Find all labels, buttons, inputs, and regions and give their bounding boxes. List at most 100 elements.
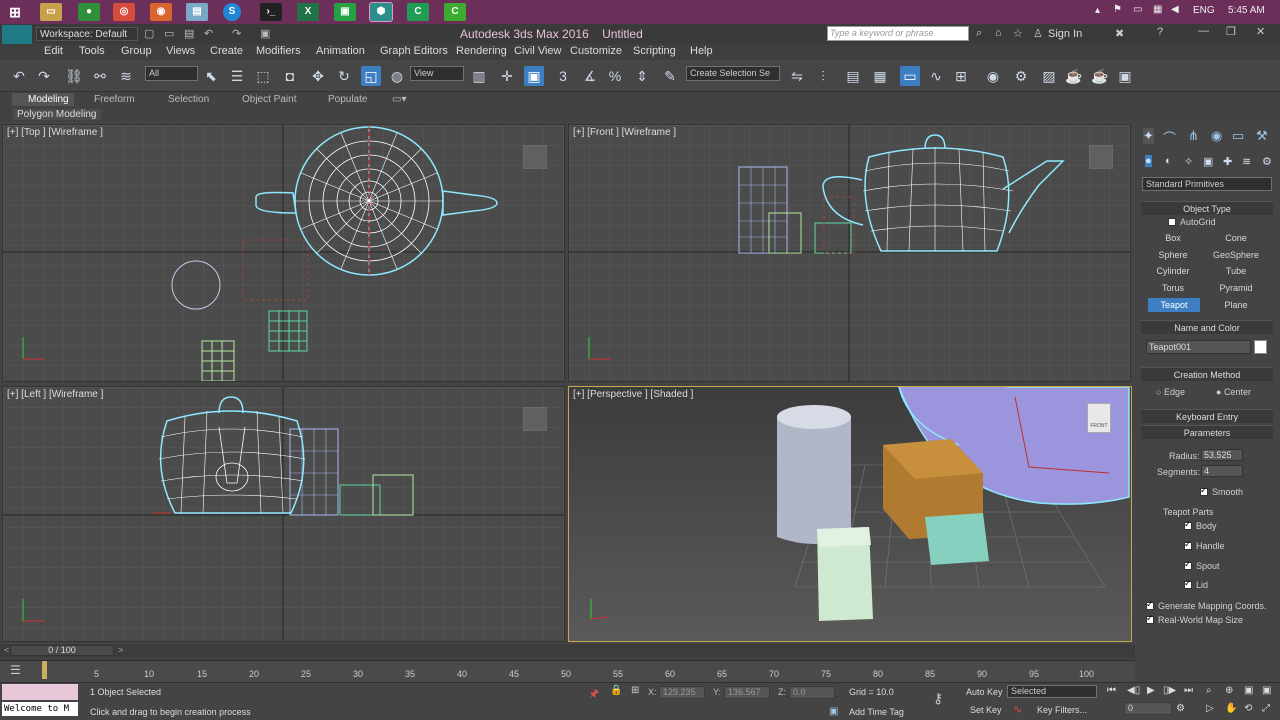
viewcube-top[interactable] [523, 145, 547, 169]
autogrid-checkbox[interactable]: AutoGrid [1168, 217, 1216, 227]
reference-coordinate-dropdown[interactable]: View [410, 66, 464, 81]
maxscript-listener-pink[interactable] [2, 684, 78, 700]
pyramid-button[interactable]: Pyramid [1207, 281, 1265, 295]
camtasia-icon[interactable]: C [407, 3, 429, 21]
modify-panel-icon[interactable]: ⌒ [1163, 128, 1176, 147]
undo-icon[interactable]: ↶ [9, 66, 29, 86]
plane-button[interactable]: Plane [1207, 298, 1265, 312]
redo-icon[interactable]: ↷ [232, 27, 241, 40]
orbit-icon[interactable]: ⟲ [1244, 703, 1252, 714]
bind-space-warp-icon[interactable]: ≋ [116, 66, 136, 86]
minimize-icon[interactable]: — [1198, 25, 1209, 37]
search-icon[interactable]: ⌕ [976, 27, 982, 40]
body-checkbox[interactable]: Body [1184, 519, 1217, 531]
camtasia-recorder-icon[interactable]: C [444, 3, 466, 21]
real-world-map-size-checkbox[interactable]: Real-World Map Size [1146, 613, 1243, 625]
curve-editor-icon[interactable]: ∿ [926, 66, 946, 86]
keyboard-shortcut-override-icon[interactable]: ▣ [524, 66, 544, 86]
box-button[interactable]: Box [1144, 231, 1202, 245]
tab-freeform[interactable]: Freeform [94, 94, 135, 105]
display-panel-icon[interactable]: ▭ [1232, 128, 1244, 144]
workspace-dropdown[interactable]: Workspace: Default [36, 27, 138, 41]
time-slider-prev-icon[interactable]: < [4, 645, 9, 655]
remote-icon[interactable]: ▤ [186, 3, 208, 21]
firefox-icon[interactable]: ◉ [150, 3, 172, 21]
windows-start-icon[interactable]: ⊞ [4, 3, 26, 21]
new-file-icon[interactable]: ▢ [144, 27, 154, 40]
absolute-mode-icon[interactable]: ⊞ [631, 685, 639, 696]
viewcube-perspective[interactable]: FRONT [1087, 403, 1111, 433]
z-coordinate-field[interactable]: 0.0 [789, 686, 835, 699]
tray-network-icon[interactable]: ▦ [1153, 4, 1162, 15]
selection-filter-dropdown[interactable]: All [145, 66, 198, 81]
named-selection-dropdown[interactable]: Create Selection Se [686, 66, 780, 81]
redo-icon[interactable]: ↷ [34, 66, 54, 86]
cylinder-button[interactable]: Cylinder [1144, 264, 1202, 278]
3dsmax-taskbar-icon[interactable]: ⬢ [369, 2, 393, 22]
utilities-panel-icon[interactable]: ⚒ [1256, 128, 1268, 144]
exchange-icon[interactable]: ✖ [1115, 27, 1124, 40]
help-icon[interactable]: ? [1157, 26, 1163, 38]
go-to-end-icon[interactable]: ⏭ [1184, 685, 1193, 696]
object-color-swatch[interactable] [1254, 340, 1267, 354]
menu-civil-view[interactable]: Civil View [514, 45, 561, 57]
viewcube-left[interactable] [523, 407, 547, 431]
skype-icon[interactable]: S [223, 3, 241, 21]
time-slider[interactable] [0, 644, 1135, 658]
go-to-start-icon[interactable]: ⏮ [1107, 685, 1116, 696]
viewport-front[interactable]: [+] [Front ] [Wireframe ] [568, 124, 1131, 382]
handle-checkbox[interactable]: Handle [1184, 539, 1225, 551]
systems-icon[interactable]: ⚙ [1262, 155, 1272, 168]
search-input[interactable]: Type a keyword or phrase [827, 26, 969, 41]
x-coordinate-field[interactable]: 129.235 [659, 686, 705, 699]
spinner-snap-icon[interactable]: ⇕ [632, 66, 652, 86]
spout-checkbox[interactable]: Spout [1184, 559, 1220, 571]
menu-animation[interactable]: Animation [316, 45, 365, 57]
tray-arrow-icon[interactable]: ▴ [1095, 5, 1100, 16]
mirror-icon[interactable]: ⇋ [787, 66, 807, 86]
rollout-keyboard-entry[interactable]: Keyboard Entry [1141, 409, 1273, 423]
viewport-perspective-label[interactable]: [+] [Perspective ] [Shaded ] [573, 389, 693, 400]
render-setup-icon[interactable]: ⚙ [1011, 66, 1031, 86]
window-crossing-icon[interactable]: ◘ [280, 66, 300, 86]
material-editor-icon[interactable]: ◉ [983, 66, 1003, 86]
favorites-star-icon[interactable]: ☆ [1013, 27, 1023, 40]
edge-radio[interactable]: ○ Edge [1156, 387, 1185, 397]
y-coordinate-field[interactable]: 136.567 [724, 686, 770, 699]
play-icon[interactable]: ▶ [1147, 685, 1155, 696]
viewport-top[interactable]: [+] [Top ] [Wireframe ] [2, 124, 565, 382]
cameras-icon[interactable]: ▣ [1203, 155, 1213, 168]
menu-graph-editors[interactable]: Graph Editors [380, 45, 448, 57]
viewport-front-label[interactable]: [+] [Front ] [Wireframe ] [573, 127, 676, 138]
menu-customize[interactable]: Customize [570, 45, 622, 57]
hierarchy-panel-icon[interactable]: ⋔ [1188, 128, 1199, 144]
pivot-center-icon[interactable]: ▥ [469, 66, 489, 86]
edit-named-selection-icon[interactable]: ✎ [660, 66, 680, 86]
key-icon[interactable]: ⚷ [933, 690, 943, 707]
auto-key-button[interactable]: Auto Key [966, 687, 1003, 697]
lights-icon[interactable]: ✧ [1184, 155, 1193, 168]
restore-icon[interactable]: ❐ [1226, 25, 1236, 38]
isolate-selection-icon[interactable]: 🖈 [589, 685, 599, 704]
viewport-left[interactable]: [+] [Left ] [Wireframe ] [2, 386, 565, 642]
lid-checkbox[interactable]: Lid [1184, 578, 1208, 590]
selection-lock-icon[interactable]: 🔒 [610, 685, 622, 696]
polygon-modeling-panel[interactable]: Polygon Modeling [13, 109, 101, 120]
menu-help[interactable]: Help [690, 45, 713, 57]
time-slider-next-icon[interactable]: > [118, 645, 123, 655]
motion-panel-icon[interactable]: ◉ [1211, 128, 1222, 144]
render-production-icon[interactable]: ☕ [1064, 66, 1084, 86]
rollout-creation-method[interactable]: Creation Method [1141, 367, 1273, 381]
clock[interactable]: 5:45 AM [1228, 5, 1265, 16]
zoom-extents-all-icon[interactable]: ▣ [1262, 685, 1271, 696]
time-slider-thumb[interactable]: 0 / 100 [10, 645, 114, 656]
viewcube-front[interactable] [1089, 145, 1113, 169]
geosphere-button[interactable]: GeoSphere [1207, 248, 1265, 262]
generate-mapping-checkbox[interactable]: Generate Mapping Coords. [1146, 599, 1267, 611]
maxscript-mini-listener[interactable]: Welcome to M [2, 702, 78, 716]
rollout-name-and-color[interactable]: Name and Color [1141, 320, 1273, 334]
select-object-icon[interactable]: ⬉ [201, 66, 221, 86]
key-filters-button[interactable]: Key Filters... [1037, 705, 1087, 715]
previous-frame-icon[interactable]: ◀▯ [1127, 685, 1140, 696]
menu-create[interactable]: Create [210, 45, 243, 57]
